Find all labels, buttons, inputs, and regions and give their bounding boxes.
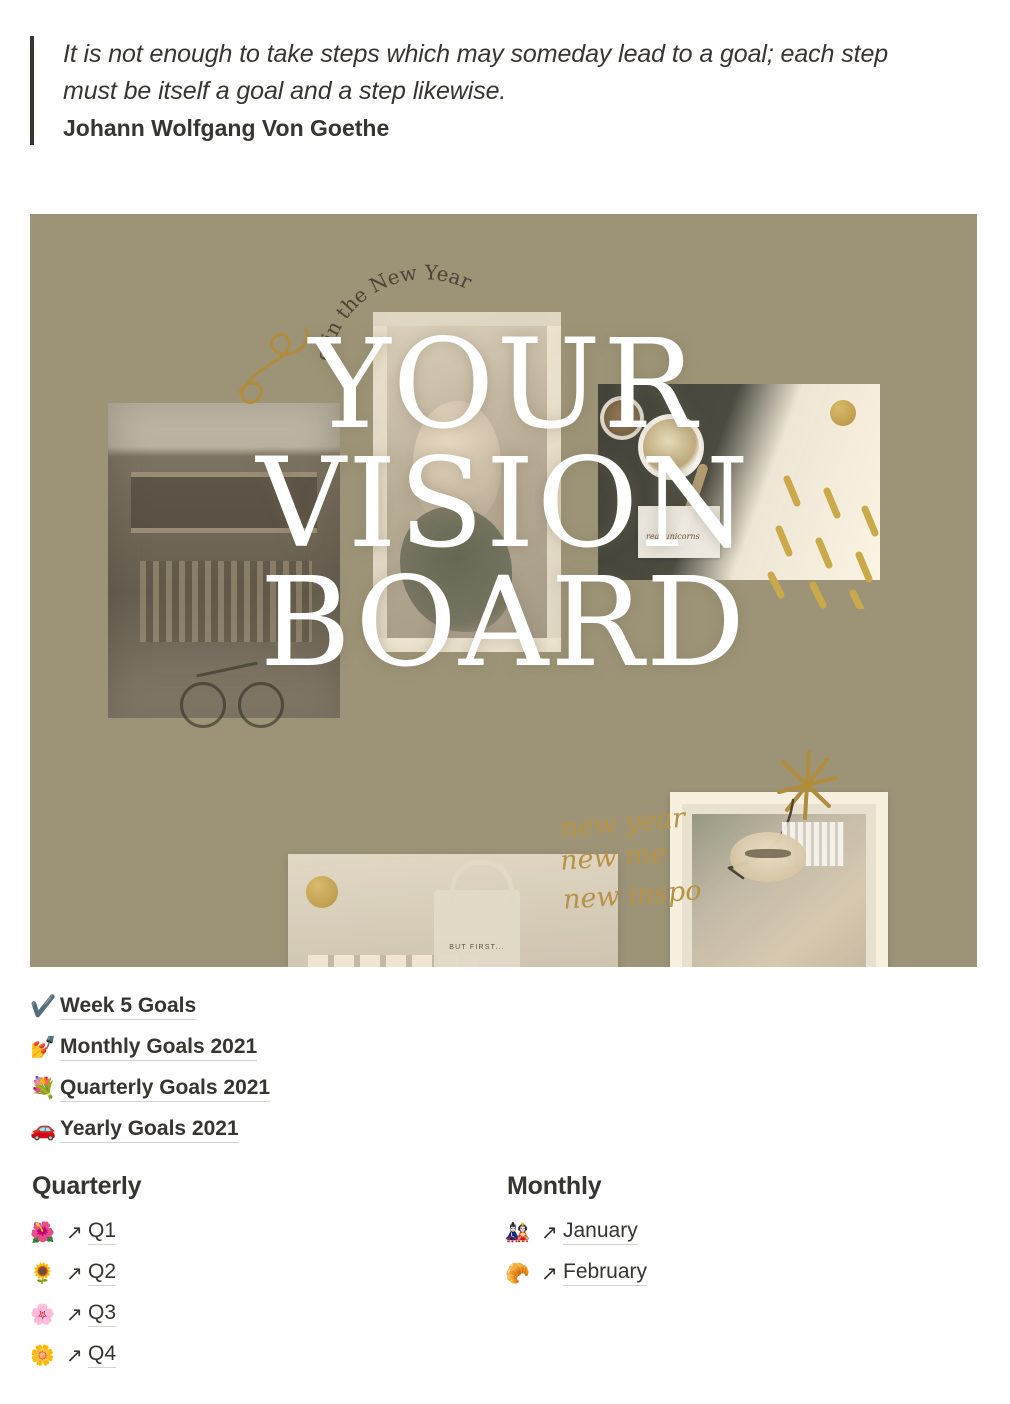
arrow-up-right-icon: ↗ xyxy=(541,1219,558,1244)
croissant-icon: 🥐 xyxy=(505,1260,530,1285)
link-q1[interactable]: Q1 xyxy=(88,1219,117,1245)
link-yearly-goals-2021[interactable]: Yearly Goals 2021 xyxy=(60,1117,239,1143)
tote-bag-text: BUT FIRST... xyxy=(449,944,505,951)
board-title-line-2: VISION xyxy=(256,432,751,576)
board-title-line-1: YOUR xyxy=(308,313,699,457)
list-item[interactable]: 🥐 ↗ February xyxy=(505,1252,980,1293)
collage: real unicorns BUT FIRST... in the New Ye… xyxy=(30,214,977,967)
link-monthly-goals-2021[interactable]: Monthly Goals 2021 xyxy=(60,1035,258,1061)
car-icon: 🚗 xyxy=(30,1117,57,1141)
check-mark-icon: ✔️ xyxy=(30,994,57,1018)
bouquet-icon: 💐 xyxy=(30,1076,57,1100)
arrow-up-right-icon: ↗ xyxy=(541,1260,558,1285)
list-item[interactable]: 💅 Monthly Goals 2021 xyxy=(30,1027,630,1068)
tote-bag-graphic: BUT FIRST... xyxy=(434,860,520,967)
script-new-me: new me xyxy=(559,838,668,877)
goal-links-list: ✔️ Week 5 Goals 💅 Monthly Goals 2021 💐 Q… xyxy=(30,986,630,1150)
sunflower-icon: 🌻 xyxy=(30,1260,55,1285)
link-q4[interactable]: Q4 xyxy=(88,1342,117,1368)
vision-board-image[interactable]: real unicorns BUT FIRST... in the New Ye… xyxy=(30,214,977,967)
column-title-monthly: Monthly xyxy=(507,1172,602,1200)
quote-text: It is not enough to take steps which may… xyxy=(63,40,889,105)
blossom-icon: 🌼 xyxy=(30,1342,55,1367)
hibiscus-icon: 🌺 xyxy=(30,1219,55,1244)
list-item[interactable]: 🌻 ↗ Q2 xyxy=(30,1252,505,1293)
list-item[interactable]: 🌸 ↗ Q3 xyxy=(30,1293,505,1334)
list-item[interactable]: 🚗 Yearly Goals 2021 xyxy=(30,1109,630,1150)
arrow-up-right-icon: ↗ xyxy=(66,1342,83,1367)
board-title: YOUR VISION BOARD xyxy=(30,313,977,695)
link-week-5-goals[interactable]: Week 5 Goals xyxy=(60,994,197,1020)
column-title-quarterly: Quarterly xyxy=(32,1172,142,1200)
link-quarterly-goals-2021[interactable]: Quarterly Goals 2021 xyxy=(60,1076,271,1102)
nail-polish-icon: 💅 xyxy=(30,1035,57,1059)
list-item[interactable]: 🌺 ↗ Q1 xyxy=(30,1211,505,1252)
script-new-year: new year xyxy=(558,802,687,845)
cherry-blossom-icon: 🌸 xyxy=(30,1301,55,1326)
column-monthly: Monthly 🎎 ↗ January 🥐 ↗ February xyxy=(505,1172,980,1375)
link-q2[interactable]: Q2 xyxy=(88,1260,117,1286)
list-item[interactable]: ✔️ Week 5 Goals xyxy=(30,986,630,1027)
arrow-up-right-icon: ↗ xyxy=(66,1260,83,1285)
board-title-line-3: BOARD xyxy=(259,551,748,695)
sun-hat-graphic xyxy=(730,832,806,882)
page-root: It is not enough to take steps which may… xyxy=(0,0,1010,1404)
japanese-dolls-icon: 🎎 xyxy=(505,1219,530,1244)
arrow-up-right-icon: ↗ xyxy=(66,1301,83,1326)
gold-circle-decoration xyxy=(306,876,338,908)
link-january[interactable]: January xyxy=(563,1219,638,1245)
list-item[interactable]: 🌼 ↗ Q4 xyxy=(30,1334,505,1375)
column-quarterly: Quarterly 🌺 ↗ Q1 🌻 ↗ Q2 🌸 ↗ Q3 🌼 ↗ Q4 xyxy=(30,1172,505,1375)
list-item[interactable]: 💐 Quarterly Goals 2021 xyxy=(30,1068,630,1109)
quote-author: Johann Wolfgang Von Goethe xyxy=(63,115,390,141)
arrow-up-right-icon: ↗ xyxy=(66,1219,83,1244)
link-february[interactable]: February xyxy=(563,1260,648,1286)
list-item[interactable]: 🎎 ↗ January xyxy=(505,1211,980,1252)
quote-block: It is not enough to take steps which may… xyxy=(30,36,930,145)
goal-columns: Quarterly 🌺 ↗ Q1 🌻 ↗ Q2 🌸 ↗ Q3 🌼 ↗ Q4 Mo… xyxy=(30,1172,980,1375)
link-q3[interactable]: Q3 xyxy=(88,1301,117,1327)
